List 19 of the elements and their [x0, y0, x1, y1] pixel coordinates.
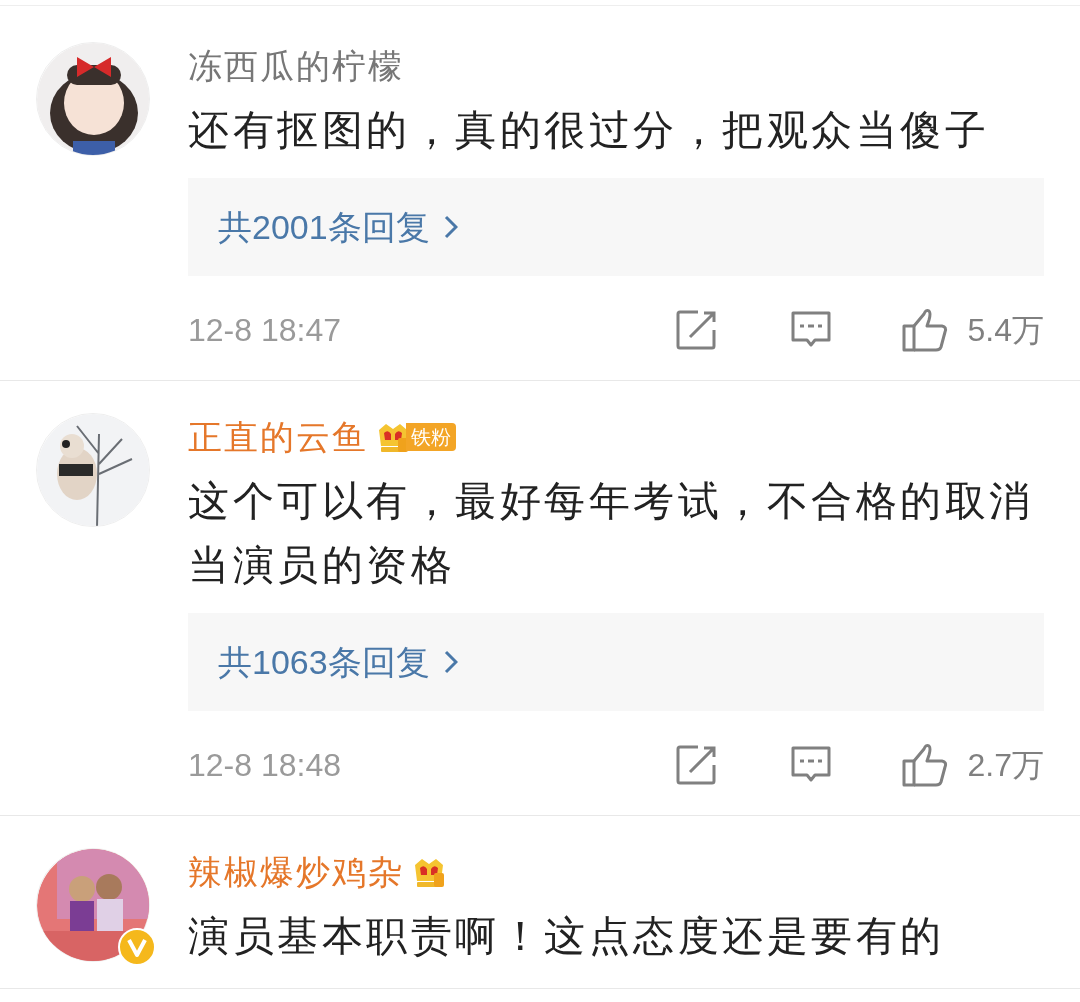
- comment-text: 还有抠图的，真的很过分，把观众当傻子: [188, 106, 990, 155]
- like-count: 2.7万: [967, 746, 1044, 785]
- timestamp: 12-8 18:47: [188, 311, 342, 350]
- fan-badge: 铁粉: [406, 423, 456, 451]
- chevron-right-icon: [443, 650, 458, 674]
- share-icon[interactable]: [675, 310, 718, 350]
- replies-link[interactable]: 共2001条回复: [188, 178, 1044, 276]
- timestamp: 12-8 18:48: [188, 746, 342, 785]
- like-count: 5.4万: [967, 311, 1044, 350]
- replies-link[interactable]: 共1063条回复: [188, 613, 1044, 711]
- thumbs-up-icon[interactable]: [901, 743, 948, 787]
- chevron-right-icon: [443, 215, 458, 239]
- comment-text: 演员基本职责啊！这点态度还是要有的: [188, 912, 946, 961]
- comment-text: 这个可以有，最好每年考试，不合格的取消当演员的资格: [188, 477, 1035, 590]
- share-icon[interactable]: [675, 745, 718, 785]
- user-name[interactable]: 冻西瓜的柠檬: [188, 40, 404, 92]
- user-name[interactable]: 辣椒爆炒鸡杂: [188, 846, 404, 898]
- thumbs-up-icon[interactable]: [901, 308, 948, 352]
- user-name[interactable]: 正直的云鱼: [188, 411, 368, 463]
